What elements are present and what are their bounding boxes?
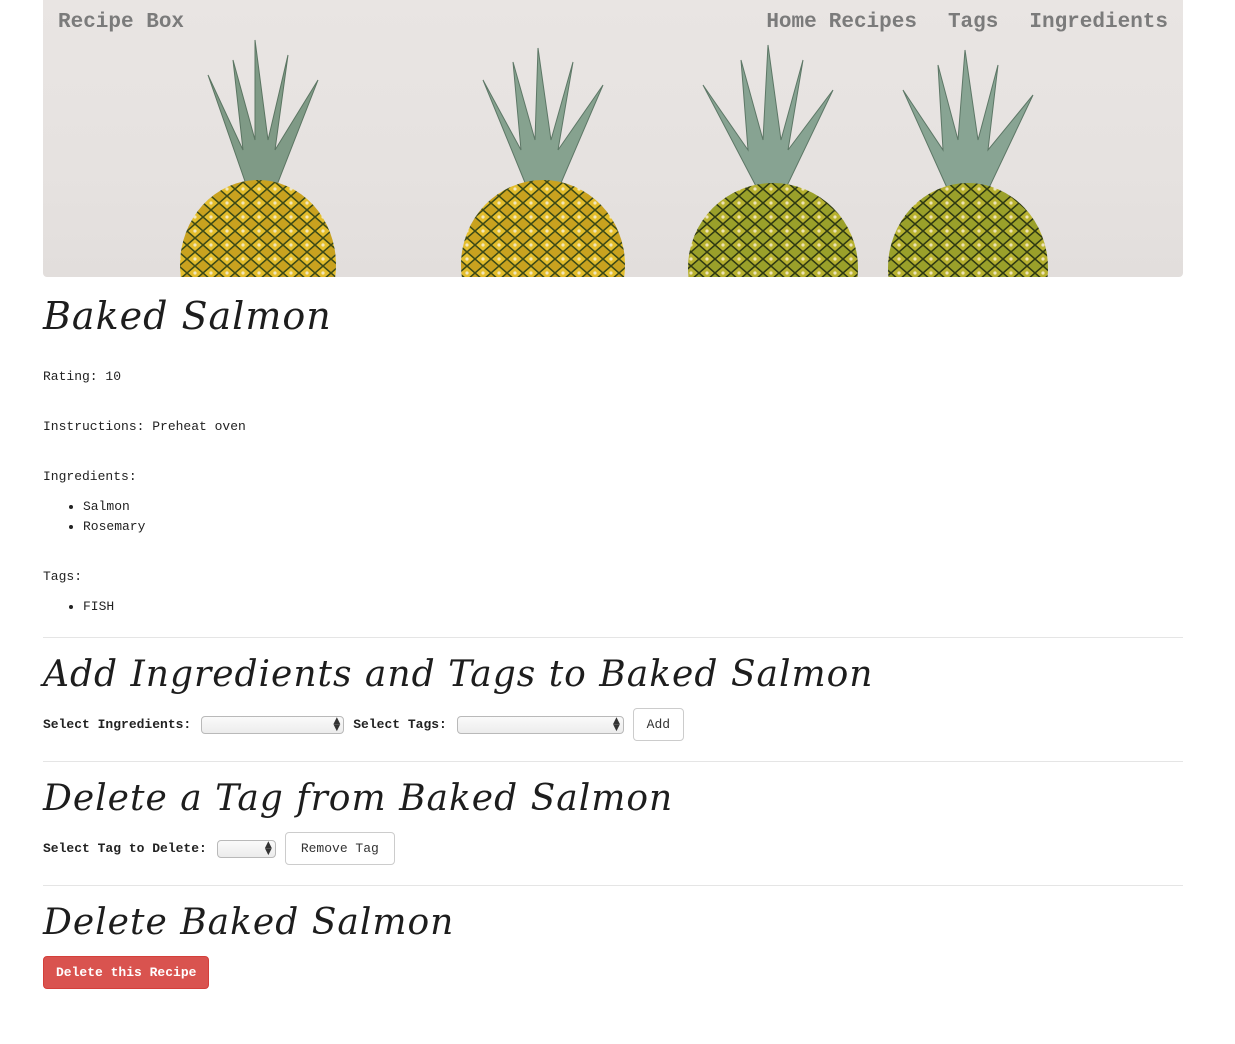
instructions-text: Instructions: Preheat oven	[43, 419, 246, 434]
nav-tags-link[interactable]: Tags	[948, 11, 998, 34]
ingredients-list: Salmon Rosemary	[43, 497, 145, 537]
divider	[43, 761, 1183, 762]
select-tag-delete-label: Select Tag to Delete:	[43, 841, 207, 856]
nav-recipes-link[interactable]: Recipes	[829, 11, 917, 34]
recipe-title: Baked Salmon	[43, 294, 332, 338]
nav-home-link[interactable]: Home	[766, 11, 816, 34]
pineapple-banner-image	[180, 39, 1048, 277]
header-banner: Recipe Box Home Recipes Tags Ingredients	[43, 0, 1183, 277]
list-item: FISH	[83, 597, 114, 617]
brand-link[interactable]: Recipe Box	[58, 11, 184, 34]
delete-tag-form: Select Tag to Delete: ▲ ▼ Remove Tag	[43, 832, 395, 865]
select-arrows-icon: ▲ ▼	[264, 839, 272, 857]
ingredients-heading: Ingredients:	[43, 469, 137, 484]
select-ingredients-label: Select Ingredients:	[43, 717, 192, 732]
nav-ingredients-link[interactable]: Ingredients	[1029, 11, 1168, 34]
ingredients-select[interactable]: ▲ ▼	[201, 715, 345, 734]
main-nav: Home Recipes Tags Ingredients	[766, 11, 1168, 34]
remove-tag-button[interactable]: Remove Tag	[284, 832, 395, 865]
tag-delete-select[interactable]: ▲ ▼	[216, 839, 276, 858]
page-container: Recipe Box Home Recipes Tags Ingredients…	[43, 0, 1183, 989]
select-arrows-icon: ▲ ▼	[333, 715, 341, 733]
rating-text: Rating: 10	[43, 369, 122, 384]
add-form: Select Ingredients: ▲ ▼ Select Tags: ▲ ▼ A…	[43, 708, 684, 741]
list-item: Rosemary	[83, 517, 145, 537]
divider	[43, 637, 1183, 638]
list-item: Salmon	[83, 497, 145, 517]
tags-list: FISH	[43, 597, 114, 617]
delete-recipe-button[interactable]: Delete this Recipe	[43, 956, 210, 989]
select-arrows-icon: ▲ ▼	[612, 715, 620, 733]
add-section-heading: Add Ingredients and Tags to Baked Salmon	[43, 654, 874, 695]
delete-recipe-heading: Delete Baked Salmon	[43, 902, 455, 943]
delete-tag-heading: Delete a Tag from Baked Salmon	[43, 778, 674, 819]
divider	[43, 885, 1183, 886]
tags-select[interactable]: ▲ ▼	[456, 715, 624, 734]
tags-heading: Tags:	[43, 569, 83, 584]
select-tags-label: Select Tags:	[353, 717, 447, 732]
add-button[interactable]: Add	[632, 708, 684, 741]
